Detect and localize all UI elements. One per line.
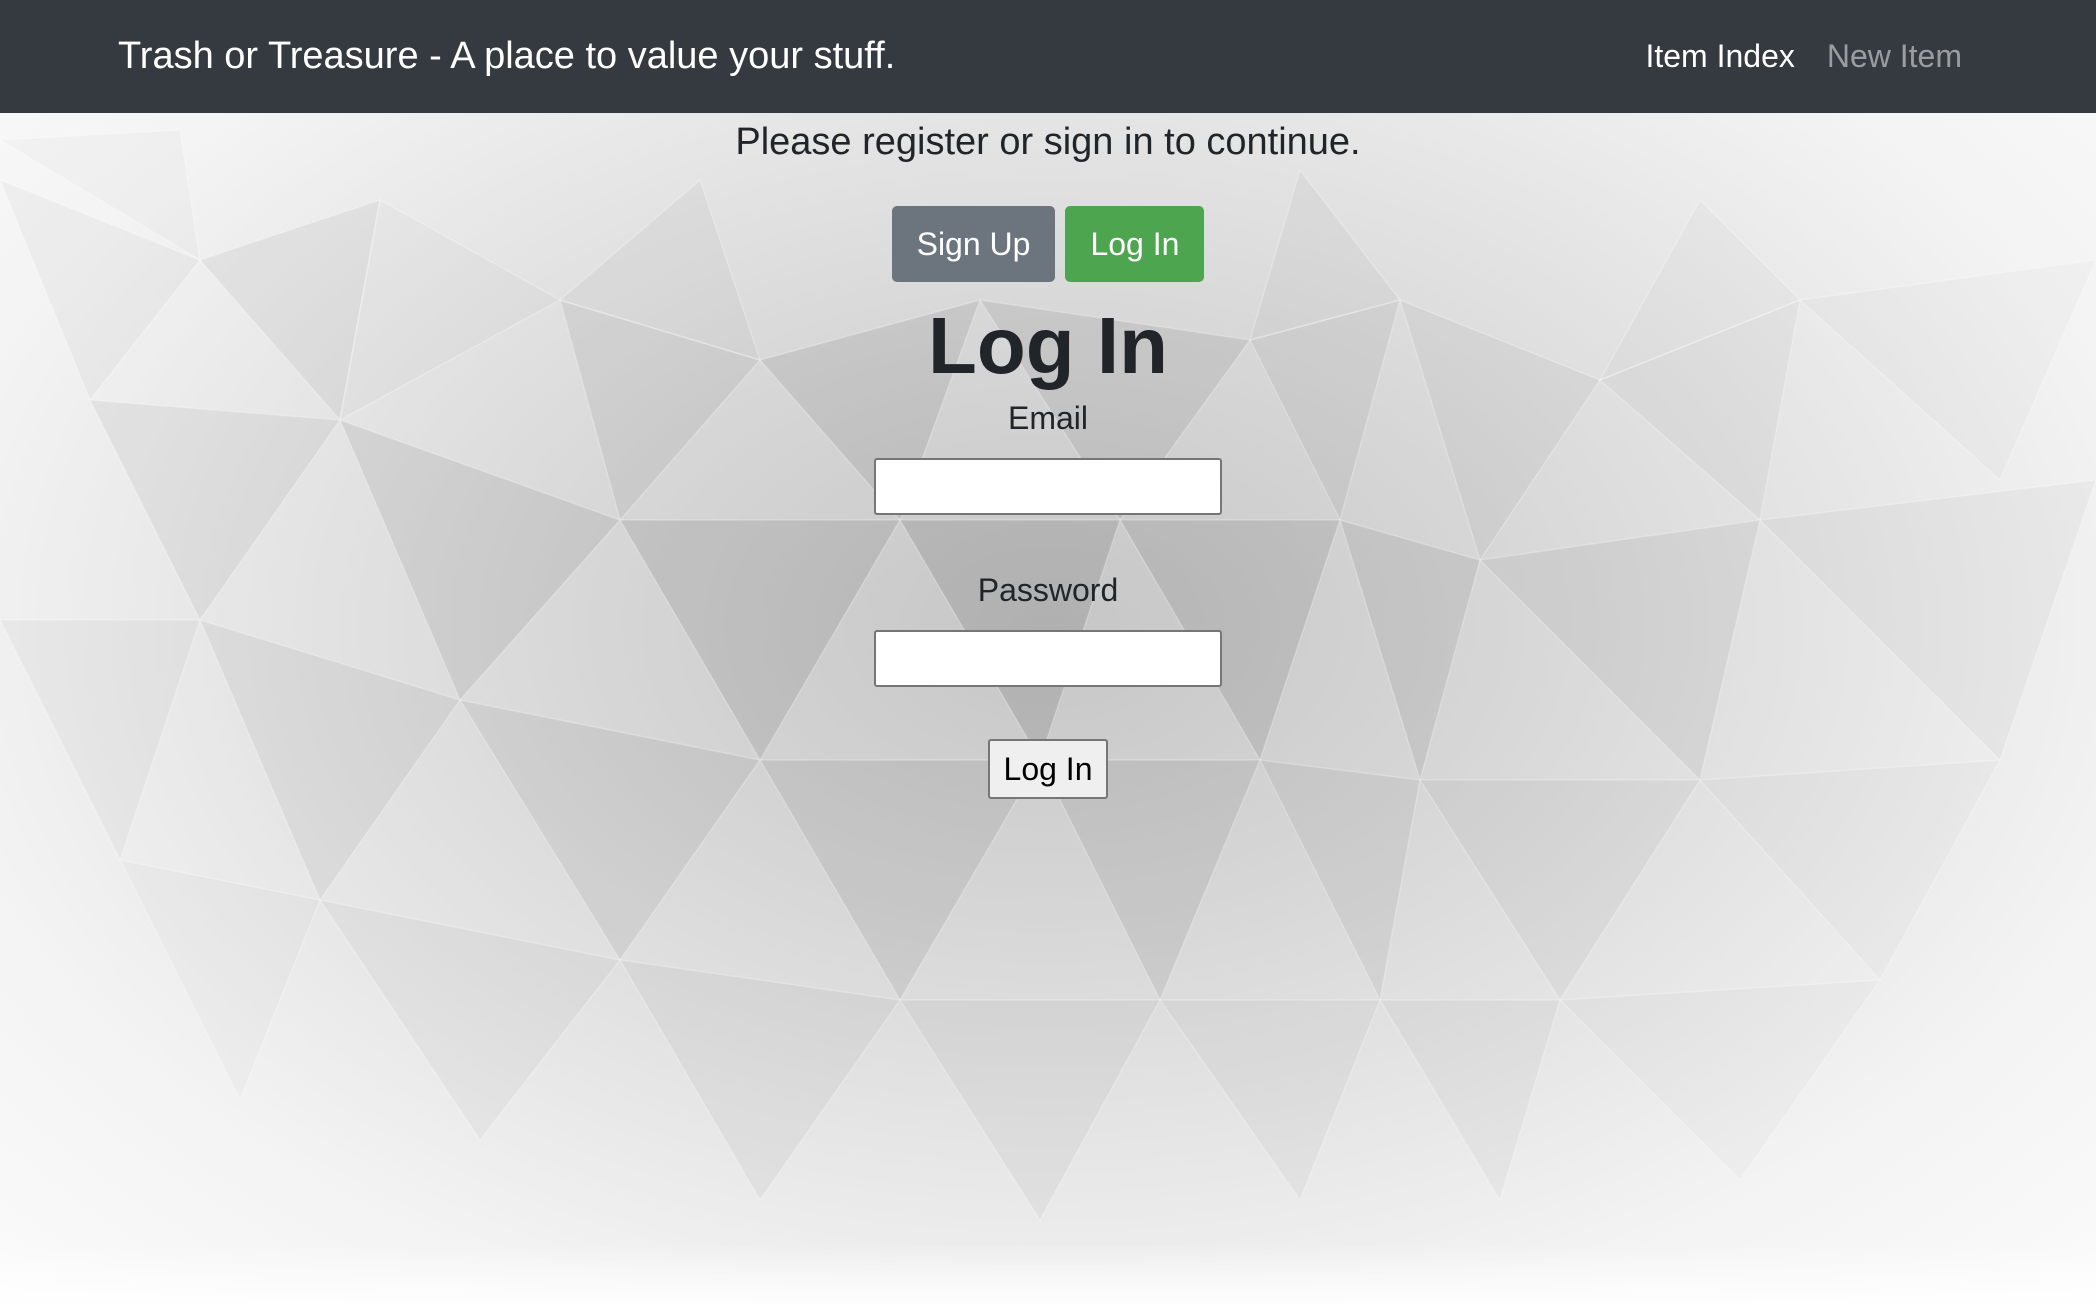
log-in-tab-button[interactable]: Log In xyxy=(1065,206,1205,282)
nav-link-new-item[interactable]: New Item xyxy=(1827,38,1962,75)
nav-links: Item Index New Item xyxy=(1645,0,1962,113)
email-label: Email xyxy=(1007,400,1088,436)
bottom-fade xyxy=(0,1244,2096,1304)
page: Trash or Treasure - A place to value you… xyxy=(0,0,2096,1304)
password-label: Password xyxy=(977,572,1119,608)
auth-prompt: Please register or sign in to continue. xyxy=(735,121,1361,163)
navbar-brand[interactable]: Trash or Treasure - A place to value you… xyxy=(118,0,895,113)
nav-link-item-index[interactable]: Item Index xyxy=(1645,38,1794,75)
auth-button-row: Sign Up Log In xyxy=(0,206,2096,282)
log-in-submit-button[interactable]: Log In xyxy=(988,739,1108,799)
navbar: Trash or Treasure - A place to value you… xyxy=(0,0,2096,113)
sign-up-button[interactable]: Sign Up xyxy=(891,206,1056,282)
password-field[interactable] xyxy=(874,630,1222,687)
email-field[interactable] xyxy=(874,458,1222,515)
page-title: Log In xyxy=(928,301,1168,390)
